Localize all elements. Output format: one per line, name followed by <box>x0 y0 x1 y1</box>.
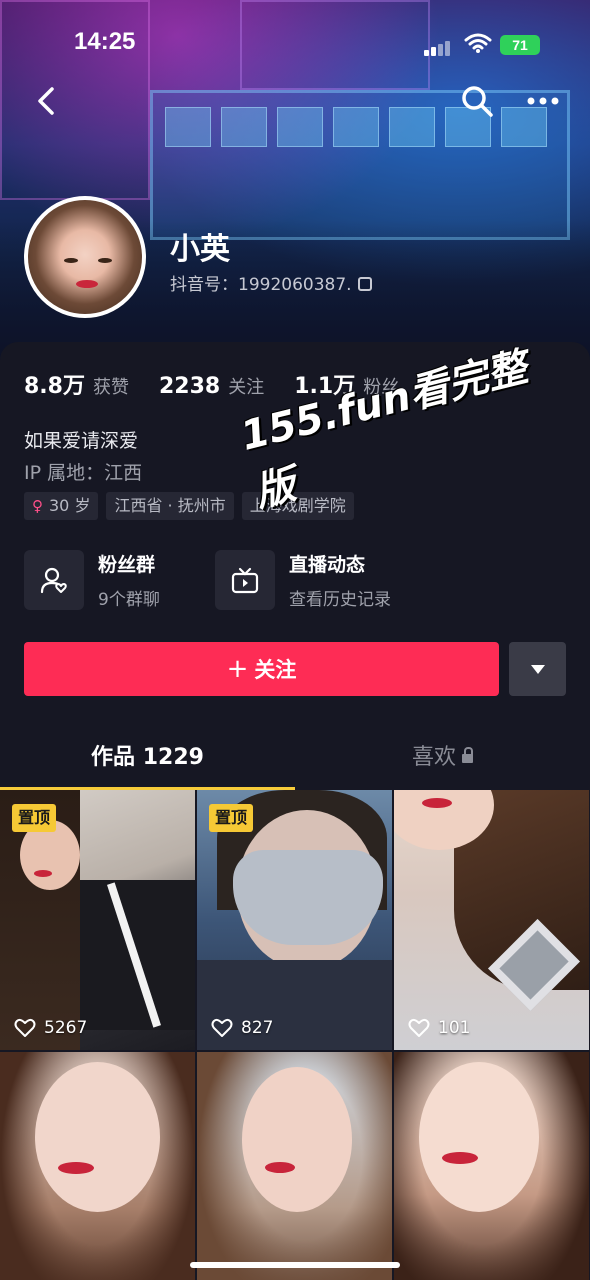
watermark-overlay: 155.fun看完整版 <box>236 344 532 517</box>
pinned-badge: 置顶 <box>12 804 57 832</box>
likes-count: 5267 <box>44 1018 88 1038</box>
stat-likes[interactable]: 8.8万 获赞 <box>24 368 129 400</box>
profile-name: 小英 <box>170 232 230 267</box>
stat-value: 2238 <box>158 374 221 399</box>
video-thumbnail[interactable]: 置顶 5267 <box>0 790 195 1050</box>
stat-label: 获赞 <box>92 377 129 398</box>
female-icon: ♀ <box>32 497 43 515</box>
recommend-dropdown-button[interactable] <box>509 642 566 696</box>
video-thumbnail[interactable] <box>0 1052 195 1280</box>
fan-group-entry[interactable]: 粉丝群 9个群聊 <box>24 550 160 610</box>
video-likes: 827 <box>211 1018 273 1038</box>
video-thumbnail[interactable] <box>394 1052 589 1280</box>
search-icon[interactable] <box>460 84 494 118</box>
stat-label: 关注 <box>228 377 265 398</box>
live-tv-icon <box>215 550 275 610</box>
tag-text: 30 岁 <box>49 496 91 515</box>
tag-age: ♀ 30 岁 <box>24 492 99 520</box>
cellular-signal-icon <box>424 40 452 56</box>
douyin-id[interactable]: 抖音号：1992060387. <box>170 270 372 295</box>
status-time: 14:25 <box>74 28 136 55</box>
heart-icon <box>211 1018 233 1037</box>
video-thumbnail[interactable] <box>197 1052 392 1280</box>
douyin-id-text: 抖音号：1992060387. <box>170 275 352 295</box>
fan-group-icon <box>24 550 84 610</box>
more-icon[interactable] <box>526 86 560 116</box>
cover-tram <box>150 90 570 240</box>
tab-likes[interactable]: 喜欢 <box>295 732 590 790</box>
ip-location: IP 属地：江西 <box>24 462 143 484</box>
feature-title: 直播动态 <box>289 554 366 576</box>
follow-label: 关注 <box>254 658 297 682</box>
video-likes: 101 <box>408 1018 470 1038</box>
likes-count: 827 <box>241 1018 274 1038</box>
status-bar: 14:25 71 <box>0 28 590 62</box>
wifi-icon <box>464 33 492 53</box>
feature-title: 粉丝群 <box>98 554 156 576</box>
content-tabs: 作品 1229 喜欢 <box>0 732 590 790</box>
profile-bio: 如果爱请深爱 <box>24 430 139 452</box>
video-thumbnail[interactable]: 101 <box>394 790 589 1050</box>
heart-icon <box>14 1018 36 1037</box>
plus-icon: + <box>226 654 249 684</box>
heart-icon <box>408 1018 430 1037</box>
battery-indicator: 71 <box>500 35 540 55</box>
likes-count: 101 <box>438 1018 471 1038</box>
tag-text: 江西省 · 抚州市 <box>114 496 226 515</box>
avatar[interactable] <box>24 196 146 318</box>
feature-subtitle: 查看历史记录 <box>289 590 391 610</box>
live-history-entry[interactable]: 直播动态 查看历史记录 <box>215 550 391 610</box>
stat-following[interactable]: 2238 关注 <box>159 373 264 399</box>
tab-works[interactable]: 作品 1229 <box>0 732 295 790</box>
caret-down-icon <box>530 664 545 674</box>
stat-value: 8.8万 <box>24 374 85 399</box>
back-icon[interactable] <box>30 84 64 118</box>
copy-icon[interactable] <box>357 277 372 291</box>
profile-panel: 8.8万 获赞 2238 关注 1.1万 粉丝 如果爱请深爱 IP 属地：江西 … <box>0 342 590 1280</box>
follow-button[interactable]: + 关注 <box>24 642 499 696</box>
feature-subtitle: 9个群聊 <box>98 590 160 610</box>
lock-icon <box>462 747 473 763</box>
video-likes: 5267 <box>14 1018 87 1038</box>
video-thumbnail[interactable]: 置顶 827 <box>197 790 392 1050</box>
video-grid: 置顶 5267 置顶 827 101 <box>0 790 590 1280</box>
home-indicator[interactable] <box>190 1262 400 1268</box>
tab-label: 喜欢 <box>411 745 456 770</box>
tab-label: 作品 1229 <box>91 745 204 770</box>
pinned-badge: 置顶 <box>209 804 254 832</box>
tag-location: 江西省 · 抚州市 <box>106 492 234 520</box>
